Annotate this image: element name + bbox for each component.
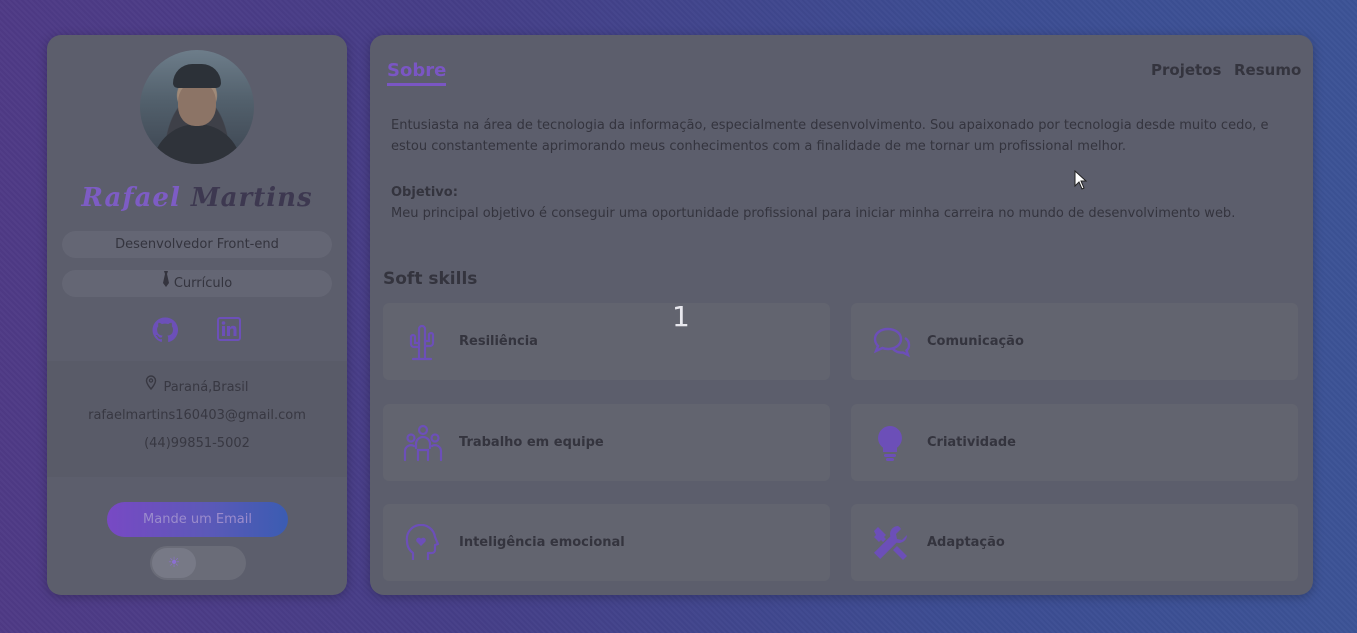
mouse-cursor-icon — [1074, 169, 1088, 194]
skill-label: Criatividade — [927, 435, 1016, 450]
skill-label: Adaptação — [927, 535, 1005, 550]
skill-card: Inteligência emocional — [383, 504, 830, 581]
profile-name: Rafael Martins — [47, 183, 347, 213]
contact-info: Paraná,Brasil rafaelmartins160403@gmail.… — [47, 361, 347, 477]
profile-sidebar: Rafael Martins Desenvolvedor Front-end C… — [47, 35, 347, 595]
skill-label: Trabalho em equipe — [459, 435, 604, 450]
phone-text: (44)99851-5002 — [144, 436, 250, 451]
skill-card: Resiliência — [383, 303, 830, 380]
cactus-icon — [403, 323, 441, 361]
page-number: 1 — [672, 300, 690, 333]
last-name: Martins — [190, 183, 313, 213]
skill-card: Criatividade — [851, 404, 1298, 481]
resume-label: Currículo — [173, 276, 233, 291]
linkedin-icon — [217, 317, 241, 341]
sun-icon: ☀ — [152, 548, 196, 578]
tools-icon — [871, 524, 909, 562]
role-badge: Desenvolvedor Front-end — [62, 231, 332, 258]
location-text: Paraná,Brasil — [163, 379, 249, 395]
skill-label: Inteligência emocional — [459, 535, 625, 550]
objective-text: Meu principal objetivo é conseguir uma o… — [391, 206, 1236, 221]
map-pin-icon — [145, 373, 157, 402]
send-email-button[interactable]: Mande um Email — [107, 502, 288, 537]
email-text: rafaelmartins160403@gmail.com — [88, 407, 306, 423]
tie-icon — [162, 270, 170, 297]
skill-label: Comunicação — [927, 334, 1024, 349]
head-heart-icon — [403, 523, 441, 562]
about-intro: Entusiasta na área de tecnologia da info… — [391, 118, 1269, 154]
github-link[interactable] — [152, 317, 178, 343]
skill-card: Trabalho em equipe — [383, 404, 830, 481]
tab-resumo[interactable]: Resumo — [1234, 61, 1301, 79]
skill-label: Resiliência — [459, 334, 538, 349]
tab-projetos[interactable]: Projetos — [1151, 61, 1221, 79]
skill-card: Adaptação — [851, 504, 1298, 581]
location-row: Paraná,Brasil — [47, 373, 347, 402]
github-icon — [152, 317, 178, 343]
about-section: Entusiasta na área de tecnologia da info… — [391, 115, 1291, 249]
linkedin-link[interactable] — [217, 317, 241, 341]
main-panel: Sobre Projetos Resumo Entusiasta na área… — [370, 35, 1313, 595]
avatar — [140, 50, 254, 164]
theme-toggle[interactable]: ☀ — [150, 546, 246, 580]
team-icon — [403, 424, 443, 462]
skill-card: Comunicação — [851, 303, 1298, 380]
first-name: Rafael — [81, 183, 181, 213]
chat-bubbles-icon — [871, 323, 911, 361]
soft-skills-title: Soft skills — [383, 269, 478, 289]
objective-block: Objetivo: Meu principal objetivo é conse… — [391, 182, 1291, 224]
objective-label: Objetivo: — [391, 185, 458, 200]
role-label: Desenvolvedor Front-end — [115, 237, 279, 252]
lightbulb-icon — [871, 424, 909, 462]
tab-sobre[interactable]: Sobre — [387, 60, 447, 86]
resume-button[interactable]: Currículo — [62, 270, 332, 297]
